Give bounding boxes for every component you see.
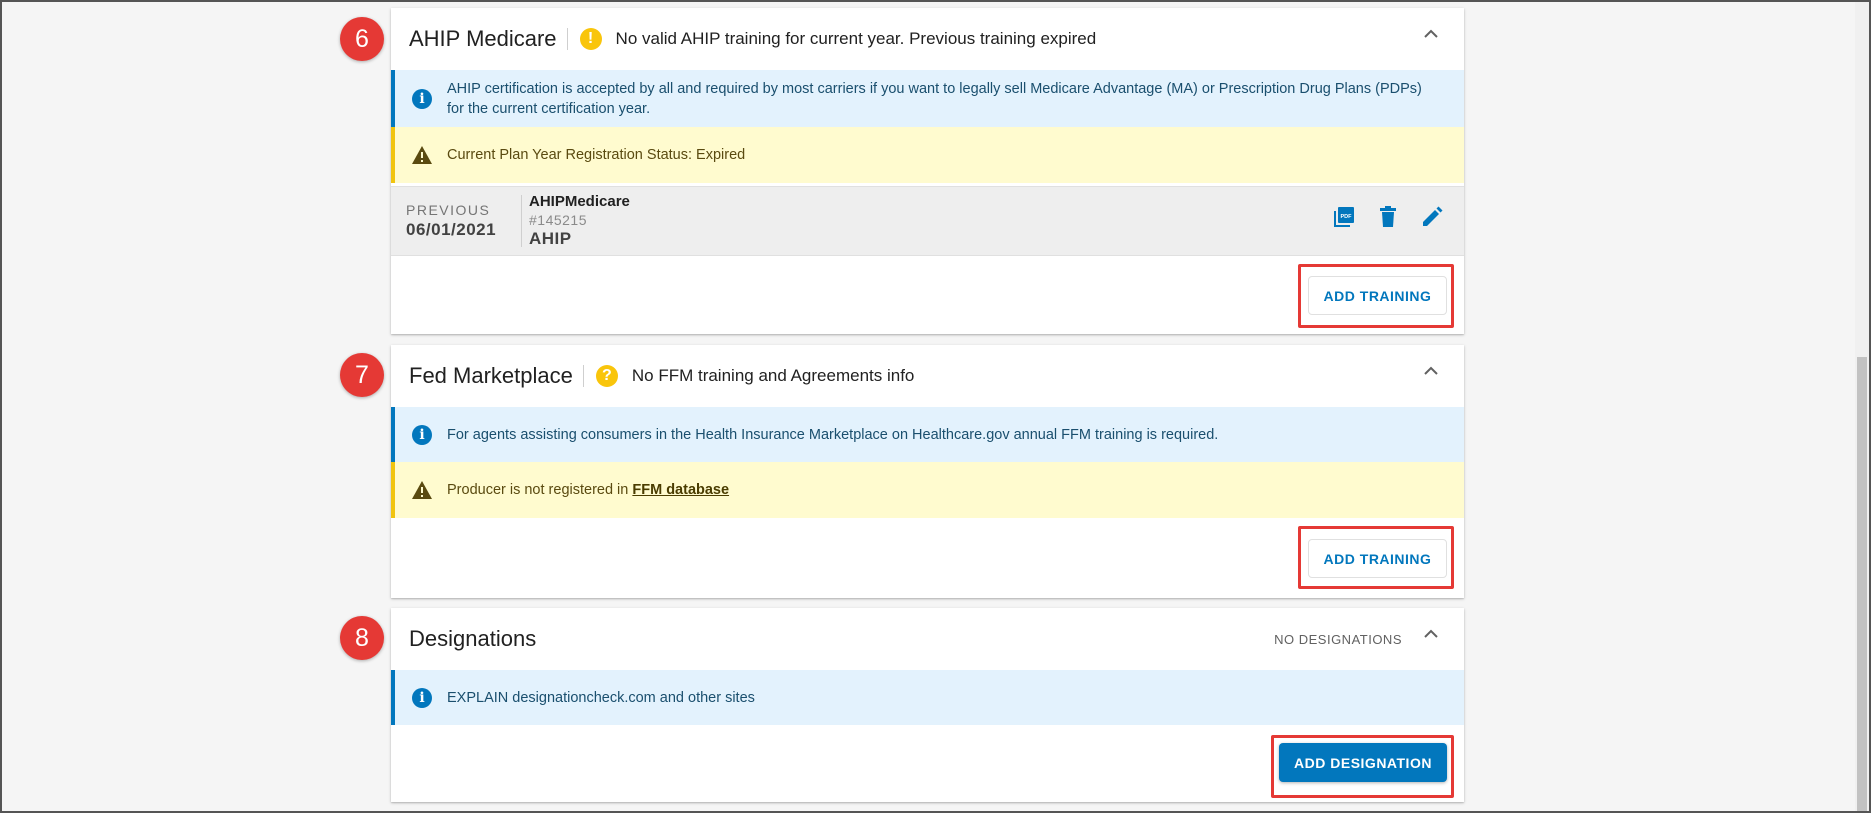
designations-status-text: NO DESIGNATIONS [1274, 631, 1402, 647]
chevron-up-icon[interactable] [1422, 361, 1440, 379]
ffm-button-highlight [1298, 526, 1454, 589]
designation-button-highlight [1271, 735, 1454, 798]
previous-training-record: PREVIOUS 06/01/2021 AHIPMedicare #145215… [391, 186, 1464, 256]
step-badge-8: 8 [340, 616, 384, 660]
record-name: AHIPMedicare [529, 193, 630, 210]
page-scrollbar[interactable] [1855, 2, 1869, 811]
ahip-warning-alert: Current Plan Year Registration Status: E… [391, 127, 1464, 183]
designations-card-header[interactable]: Designations NO DESIGNATIONS [391, 608, 1464, 670]
ahip-card-header[interactable]: AHIP Medicare ! No valid AHIP training f… [391, 8, 1464, 70]
svg-text:PDF: PDF [1341, 214, 1353, 220]
header-separator [566, 28, 568, 50]
question-circle-icon: ? [595, 365, 618, 387]
designations-card-title: Designations [409, 626, 537, 651]
ffm-warning-text: Producer is not registered in FFM databa… [447, 482, 730, 498]
chevron-up-icon[interactable] [1422, 624, 1440, 642]
ffm-info-text: For agents assisting consumers in the He… [447, 426, 1219, 443]
designations-info-alert: i EXPLAIN designationcheck.com and other… [391, 670, 1464, 725]
ahip-button-highlight [1298, 264, 1454, 328]
ffm-database-link[interactable]: FFM database [632, 482, 729, 498]
record-label: PREVIOUS [406, 202, 491, 218]
edit-icon[interactable] [1420, 205, 1444, 229]
chevron-up-icon[interactable] [1422, 24, 1440, 42]
ahip-warning-text: Current Plan Year Registration Status: E… [447, 147, 746, 163]
step-badge-7: 7 [340, 353, 384, 397]
ffm-card-header[interactable]: Fed Marketplace ? No FFM training and Ag… [391, 345, 1464, 407]
ffm-warning-alert: Producer is not registered in FFM databa… [391, 462, 1464, 518]
record-org: AHIP [529, 229, 572, 248]
record-date: 06/01/2021 [406, 220, 497, 239]
info-icon: i [412, 424, 432, 445]
record-number: #145215 [529, 212, 588, 228]
ffm-card-title: Fed Marketplace [409, 363, 573, 388]
ffm-info-alert: i For agents assisting consumers in the … [391, 407, 1464, 462]
ffm-status-text: No FFM training and Agreements info [631, 366, 915, 385]
warning-triangle-icon [411, 479, 433, 501]
ahip-info-alert: i AHIP certification is accepted by all … [391, 70, 1464, 127]
warning-triangle-icon [411, 144, 433, 166]
warning-circle-icon: ! [579, 28, 602, 50]
pdf-icon[interactable]: PDF [1332, 205, 1356, 229]
header-separator [582, 365, 584, 387]
info-icon: i [412, 88, 432, 109]
ahip-info-text: AHIP certification is accepted by all an… [447, 80, 1422, 117]
delete-icon[interactable] [1376, 205, 1400, 229]
info-icon: i [412, 687, 432, 708]
scrollbar-thumb[interactable] [1857, 357, 1867, 811]
designations-info-text: EXPLAIN designationcheck.com and other s… [447, 689, 755, 706]
ahip-card-title: AHIP Medicare [409, 26, 557, 51]
record-divider [521, 195, 522, 247]
ahip-status-text: No valid AHIP training for current year.… [615, 29, 1097, 48]
step-badge-6: 6 [340, 17, 384, 61]
